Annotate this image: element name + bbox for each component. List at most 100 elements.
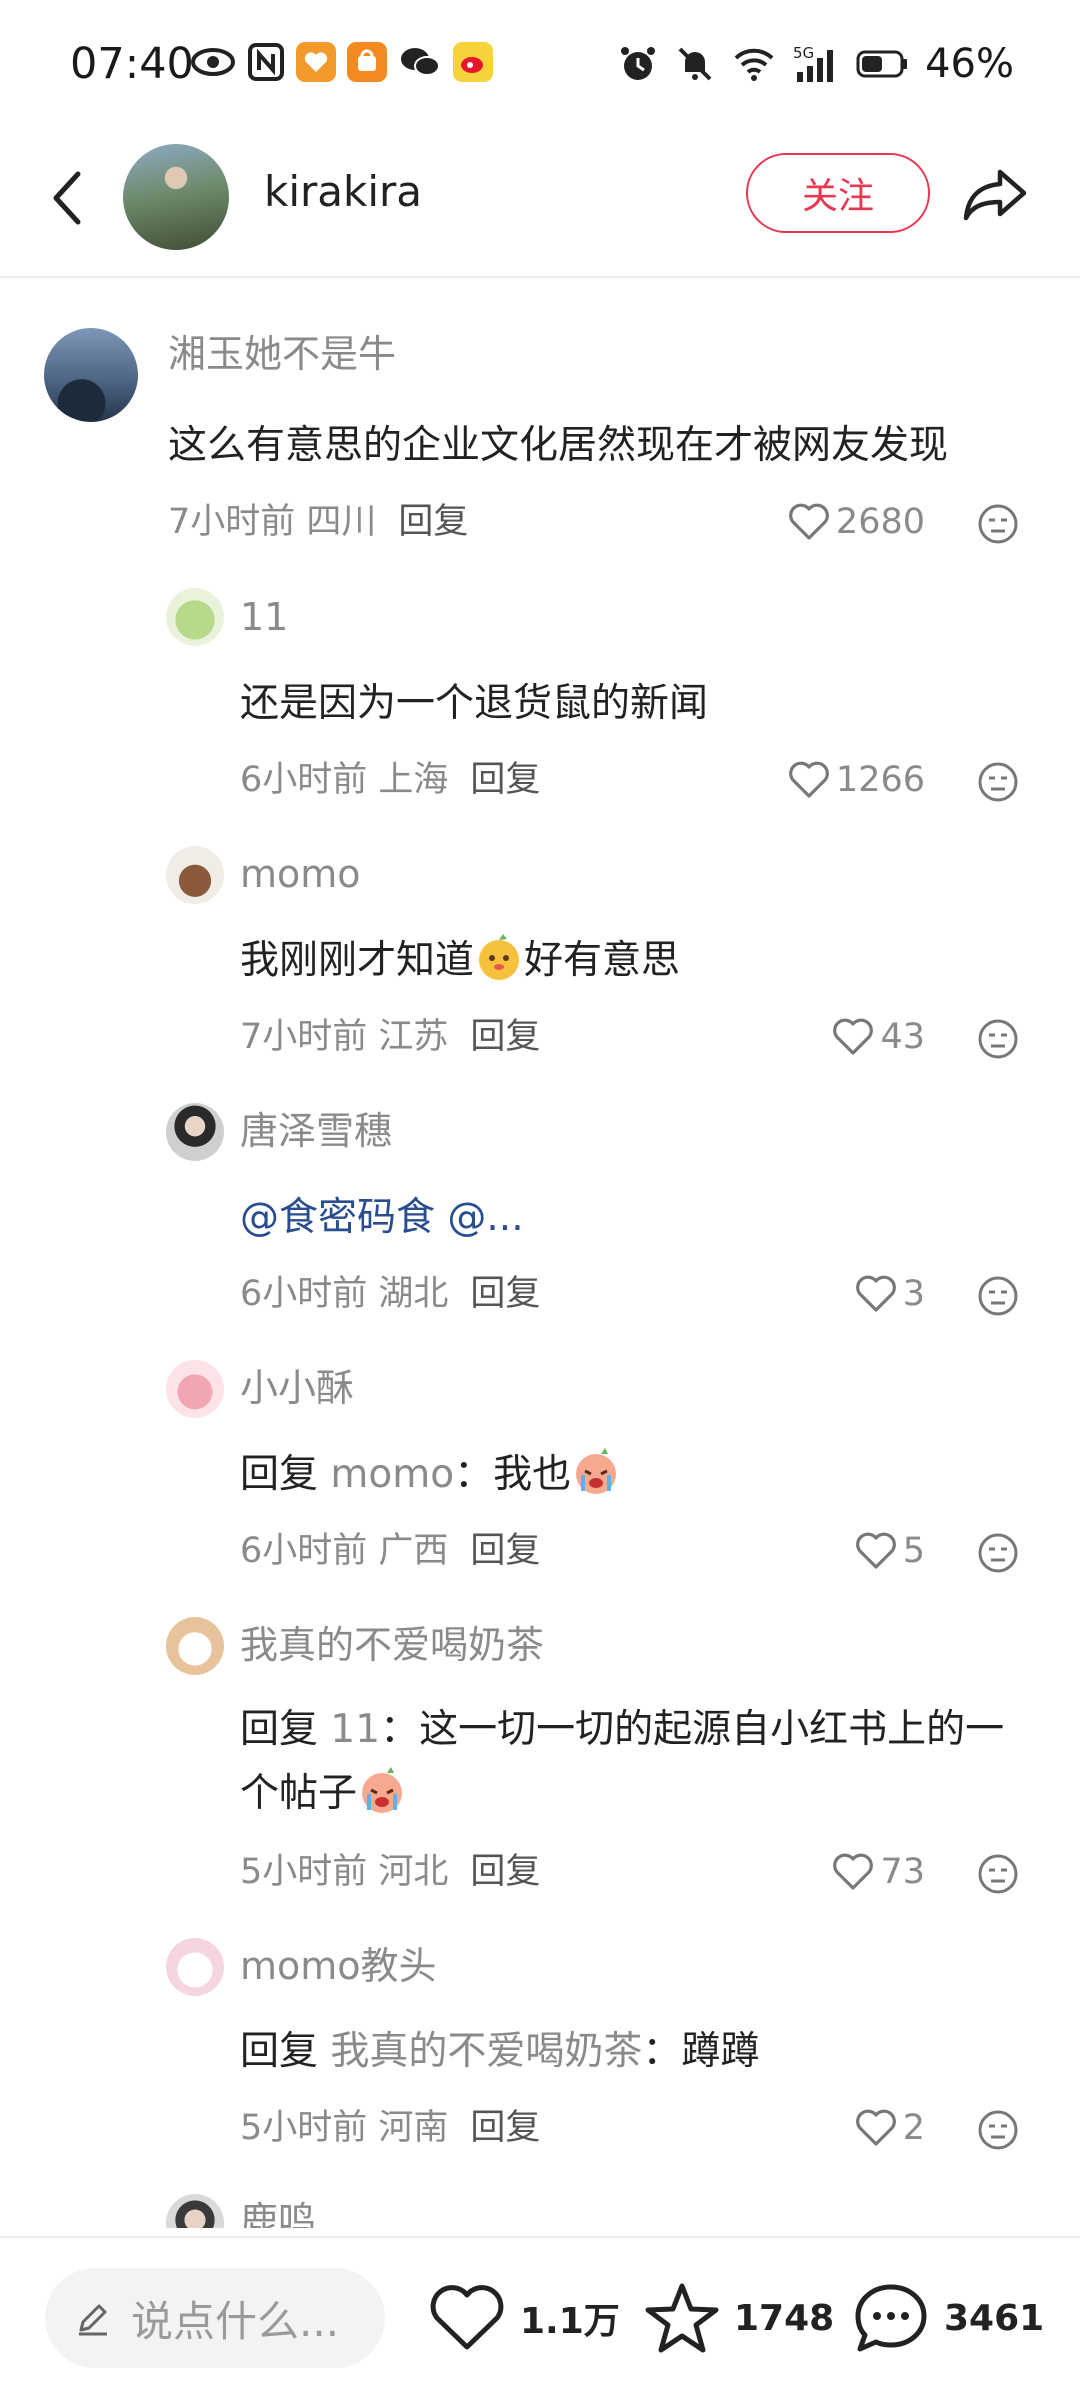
comment-bubble-icon xyxy=(855,2284,927,2352)
like-count: 2 xyxy=(902,2108,925,2148)
avatar[interactable] xyxy=(166,1938,224,1996)
reply-button[interactable]: 回复 xyxy=(470,1852,540,1892)
like-count: 1266 xyxy=(835,760,925,800)
reply-button[interactable]: 回复 xyxy=(398,502,468,542)
like-count: 2680 xyxy=(835,502,925,542)
collect-button[interactable]: 1748 xyxy=(644,2268,834,2368)
dislike-face-icon[interactable] xyxy=(976,1274,1020,1318)
reply-button[interactable]: 回复 xyxy=(470,1531,540,1571)
chevron-left-icon xyxy=(53,171,81,225)
reply-prefix: 回复 xyxy=(240,1707,319,1752)
comment-text[interactable]: 还是因为一个退货鼠的新闻 xyxy=(240,672,1080,736)
comment-input-placeholder: 说点什么... xyxy=(131,2296,340,2346)
reply-button[interactable]: 回复 xyxy=(470,1017,540,1057)
comment-author[interactable]: 11 xyxy=(240,592,288,642)
comment-author[interactable]: momo xyxy=(240,849,361,899)
comment-list[interactable]: 湘玉她不是牛 这么有意思的企业文化居然现在才被网友发现 7小时前 四川 回复 26… xyxy=(0,278,1080,2228)
reply-button[interactable]: 回复 xyxy=(470,760,540,800)
dislike-face-icon[interactable] xyxy=(976,1017,1020,1061)
like-button[interactable]: 2 xyxy=(855,2104,925,2152)
heart-icon xyxy=(430,2285,504,2350)
battery-icon xyxy=(856,44,910,84)
reply-button[interactable]: 回复 xyxy=(470,1274,540,1314)
dislike-face-icon[interactable] xyxy=(976,1531,1020,1575)
heart-icon xyxy=(833,1853,874,1890)
comment-input[interactable]: 说点什么... xyxy=(45,2268,385,2368)
emoji-icon xyxy=(479,934,520,980)
like-button[interactable]: 3 xyxy=(855,1270,925,1318)
comment-author[interactable]: 我真的不爱喝奶茶 xyxy=(240,1620,544,1670)
reply-button[interactable]: 回复 xyxy=(470,2108,540,2148)
post-like-count: 1.1万 xyxy=(520,2301,620,2342)
avatar[interactable] xyxy=(166,2194,224,2228)
dislike-face-icon[interactable] xyxy=(976,1852,1020,1896)
avatar[interactable] xyxy=(166,588,224,646)
dislike-face-icon[interactable] xyxy=(976,2108,1020,2152)
comment-author[interactable]: 鹿鸣 xyxy=(240,2196,316,2228)
like-button[interactable]: 5 xyxy=(855,1527,925,1575)
heart-icon xyxy=(789,503,829,540)
notification-icons xyxy=(190,42,493,82)
back-button[interactable] xyxy=(38,168,98,228)
comment-author[interactable]: 唐泽雪穗 xyxy=(240,1106,392,1156)
like-button[interactable]: 73 xyxy=(832,1848,925,1896)
comment-text[interactable]: 我刚刚才知道 好有意思 xyxy=(240,929,1080,993)
comment-author[interactable]: momo教头 xyxy=(240,1941,437,1991)
comments-button[interactable]: 3461 xyxy=(852,2268,1044,2368)
comment-author[interactable]: 小小酥 xyxy=(240,1363,354,1413)
comment-meta: 6小时前 广西 回复 xyxy=(240,1527,540,1575)
reply-colon: ： xyxy=(380,1707,420,1752)
like-post-button[interactable]: 1.1万 xyxy=(428,2268,620,2368)
comment-time-location: 7小时前 四川 xyxy=(168,502,377,542)
comment-time-location: 6小时前 湖北 xyxy=(240,1274,449,1314)
avatar[interactable] xyxy=(166,1103,224,1161)
comment-author[interactable]: 湘玉她不是牛 xyxy=(168,329,396,379)
comment-text-part: 我也 xyxy=(493,1452,572,1497)
weibo-icon xyxy=(453,42,493,82)
share-button[interactable] xyxy=(960,164,1030,224)
avatar[interactable] xyxy=(44,328,138,422)
heart-icon xyxy=(789,761,829,798)
comment-text[interactable]: 这么有意思的企业文化居然现在才被网友发现 xyxy=(168,414,1028,478)
avatar[interactable] xyxy=(166,846,224,904)
comment-text[interactable]: 回复 我真的不爱喝奶茶：蹲蹲 xyxy=(240,2020,1080,2084)
follow-button[interactable]: 关注 xyxy=(746,153,930,233)
comment-text-part: 蹲蹲 xyxy=(681,2029,760,2074)
author-name[interactable]: kirakira xyxy=(264,164,422,220)
like-button[interactable]: 1266 xyxy=(788,756,925,804)
comment-mention[interactable]: @食密码食 @... xyxy=(240,1186,1080,1250)
battery-percent: 46% xyxy=(925,41,1014,87)
comment-count: 3461 xyxy=(944,2297,1045,2339)
crying-emoji-icon xyxy=(576,1448,617,1494)
comment-text[interactable]: 回复 momo：我也 xyxy=(240,1443,1080,1507)
comment-time-location: 5小时前 河南 xyxy=(240,2108,449,2148)
eye-icon xyxy=(190,42,236,82)
bottom-action-bar: 说点什么... 1.1万 1748 3461 xyxy=(0,2236,1080,2399)
shopping-app-icon xyxy=(347,42,387,82)
avatar[interactable] xyxy=(166,1360,224,1418)
comment-text[interactable]: 回复 11：这一切一切的起源自小红书上的一个帖子 xyxy=(240,1698,1020,1826)
heart-icon xyxy=(855,2109,896,2146)
reply-target[interactable]: 11 xyxy=(330,1707,380,1752)
mute-icon xyxy=(675,44,715,84)
reply-target[interactable]: momo xyxy=(330,1452,454,1497)
note-header: kirakira 关注 xyxy=(0,134,1080,278)
author-avatar[interactable] xyxy=(123,144,229,250)
avatar[interactable] xyxy=(166,1617,224,1675)
heart-icon xyxy=(855,1532,896,1569)
status-time: 07:40 xyxy=(70,39,194,89)
reply-colon: ： xyxy=(454,1452,494,1497)
comment-time-location: 6小时前 广西 xyxy=(240,1531,449,1571)
collect-count: 1748 xyxy=(734,2297,835,2339)
like-button[interactable]: 43 xyxy=(832,1013,925,1061)
dislike-face-icon[interactable] xyxy=(976,502,1020,546)
comment-meta: 7小时前 四川 回复 xyxy=(168,498,468,546)
comment-time-location: 6小时前 上海 xyxy=(240,760,449,800)
comment-time-location: 7小时前 江苏 xyxy=(240,1017,449,1057)
dislike-face-icon[interactable] xyxy=(976,760,1020,804)
reply-prefix: 回复 xyxy=(240,1452,319,1497)
reply-target[interactable]: 我真的不爱喝奶茶 xyxy=(330,2029,642,2074)
like-button[interactable]: 2680 xyxy=(788,498,925,546)
wechat-icon xyxy=(398,42,442,82)
nfc-icon xyxy=(247,42,285,82)
